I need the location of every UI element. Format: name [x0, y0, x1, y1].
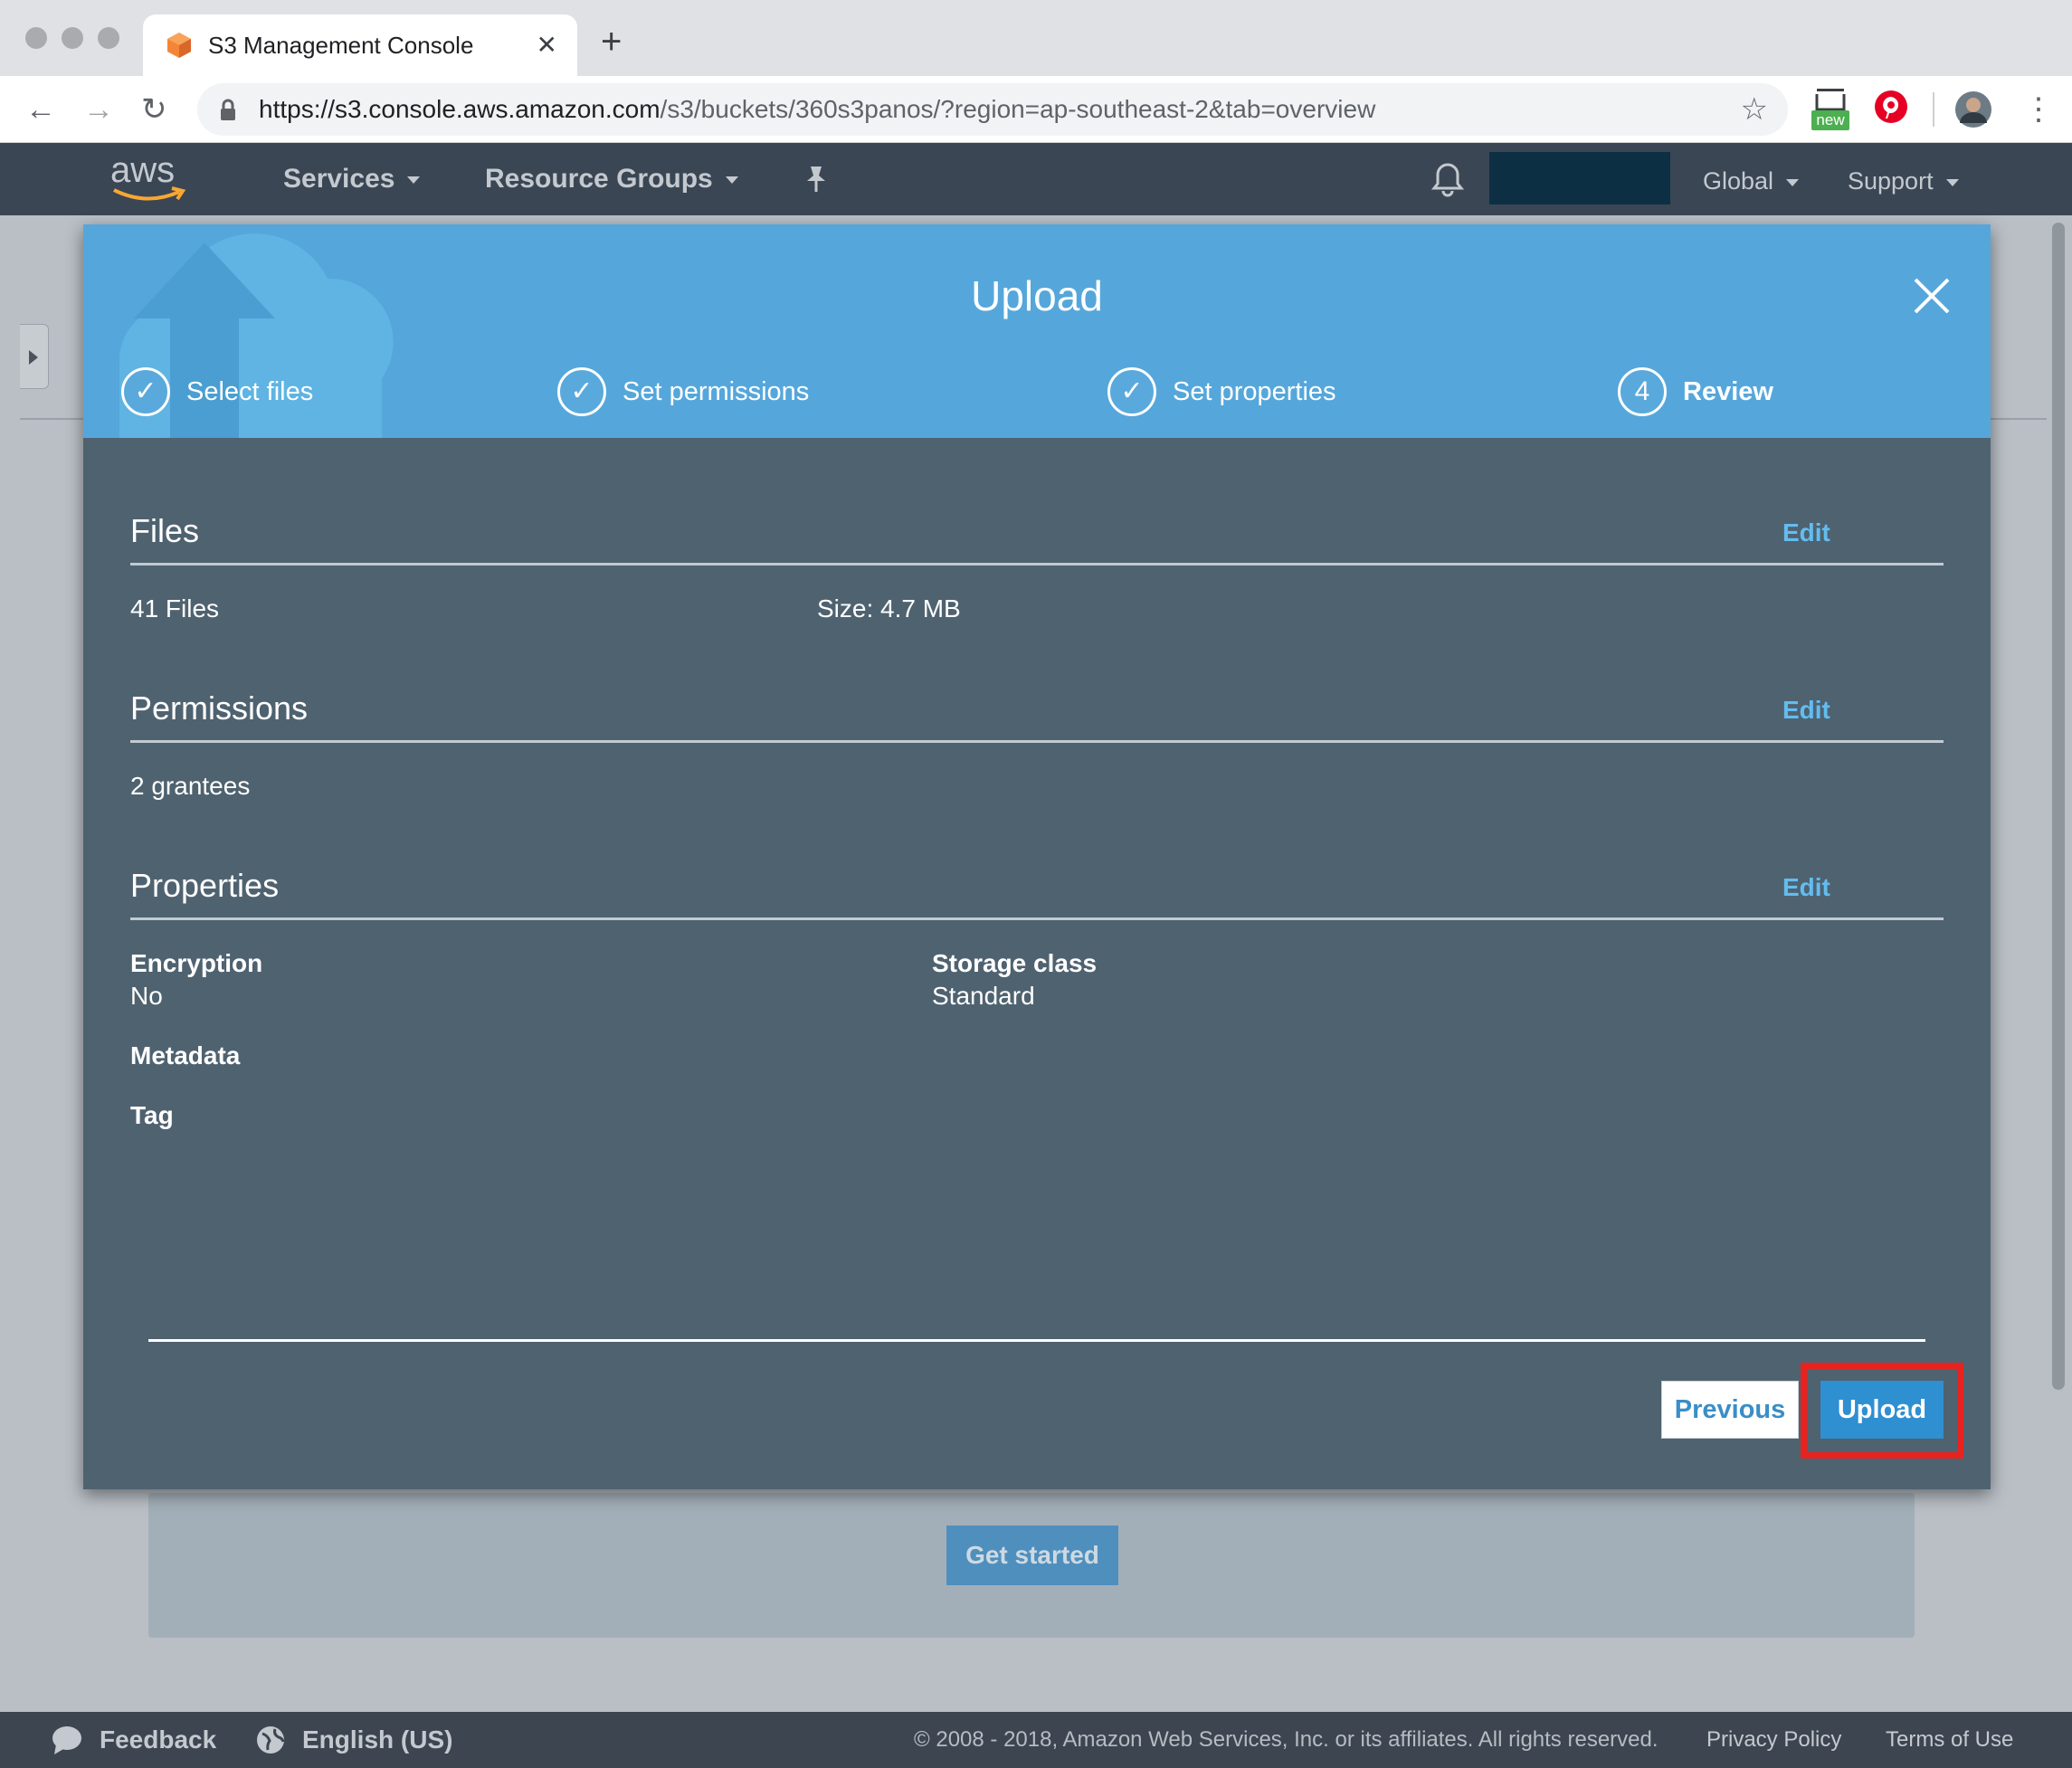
chevron-down-icon	[1945, 178, 1959, 186]
toolbar-divider	[1933, 92, 1934, 127]
browser-tab-bar: S3 Management Console ✕ +	[0, 0, 2072, 76]
encryption-label: Encryption	[130, 949, 263, 977]
get-started-button[interactable]: Get started	[946, 1526, 1118, 1585]
s3-favicon-icon	[167, 33, 191, 58]
close-icon[interactable]	[1913, 277, 1951, 315]
aws-smile-icon	[113, 186, 186, 201]
new-tab-icon[interactable]: +	[601, 24, 622, 60]
step-number-badge: 4	[1618, 367, 1667, 416]
encryption-value: No	[130, 982, 163, 1010]
account-menu[interactable]	[1489, 152, 1670, 204]
checkmark-icon: ✓	[121, 367, 170, 416]
properties-edit-link[interactable]: Edit	[1782, 872, 1830, 903]
resource-groups-label: Resource Groups	[485, 164, 713, 194]
lock-icon	[221, 99, 235, 120]
upload-modal: Upload ✓ Select files ✓ Set permissions …	[83, 224, 1991, 1489]
browser-toolbar: ← → ↻ https://s3.console.aws.amazon.com/…	[0, 76, 2072, 143]
permissions-edit-link[interactable]: Edit	[1782, 695, 1830, 726]
notification-bell-icon[interactable]	[1431, 161, 1464, 197]
feedback-speech-bubble-icon	[52, 1726, 81, 1754]
step-label: Set permissions	[623, 377, 810, 406]
pinterest-icon[interactable]	[1873, 89, 1909, 125]
profile-avatar[interactable]	[1954, 90, 1992, 128]
url-host: https://s3.console.aws.amazon.com	[259, 95, 661, 123]
globe-icon	[257, 1726, 285, 1754]
window-close-dot[interactable]	[25, 27, 47, 49]
upload-button-highlight	[1801, 1363, 1963, 1459]
extension-capture-icon[interactable]: new	[1810, 89, 1851, 132]
files-edit-link[interactable]: Edit	[1782, 518, 1830, 548]
privacy-policy-link[interactable]: Privacy Policy	[1706, 1726, 1841, 1754]
modal-title: Upload	[971, 272, 1103, 319]
properties-section-title: Properties	[130, 867, 280, 904]
address-bar[interactable]: https://s3.console.aws.amazon.com/s3/buc…	[197, 83, 1788, 136]
storage-class-label: Storage class	[932, 949, 1098, 977]
url-path: /s3/buckets/360s3panos/?region=ap-southe…	[660, 95, 1376, 123]
region-label: Global	[1703, 167, 1774, 195]
support-menu[interactable]: Support	[1848, 165, 1959, 197]
files-count: 41 Files	[130, 594, 220, 623]
page-scrollbar[interactable]	[2052, 223, 2065, 1390]
browser-menu-icon[interactable]: ⋮	[2023, 92, 2054, 127]
copyright-text: © 2008 - 2018, Amazon Web Services, Inc.…	[914, 1727, 1659, 1752]
console-footer: Feedback English (US) © 2008 - 2018, Ama…	[0, 1712, 2072, 1768]
window-minimize-dot[interactable]	[62, 27, 83, 49]
tab-close-icon[interactable]: ✕	[537, 31, 557, 60]
modal-header: Upload ✓ Select files ✓ Set permissions …	[83, 224, 1991, 438]
grantees-count: 2 grantees	[130, 772, 251, 800]
step-label: Review	[1683, 377, 1773, 406]
modal-footer-divider	[148, 1339, 1925, 1342]
previous-button[interactable]: Previous	[1661, 1381, 1799, 1439]
aws-top-nav: aws Services Resource Groups Global Supp…	[0, 143, 2072, 215]
feedback-link[interactable]: Feedback	[100, 1725, 216, 1755]
terms-of-use-link[interactable]: Terms of Use	[1886, 1726, 2013, 1754]
files-section-title: Files	[130, 512, 200, 549]
bookmark-star-icon[interactable]: ☆	[1741, 92, 1768, 127]
aws-logo-text: aws	[110, 150, 176, 190]
language-selector[interactable]: English (US)	[302, 1725, 452, 1755]
metadata-label: Metadata	[130, 1041, 241, 1069]
reload-icon[interactable]: ↻	[141, 92, 167, 127]
aws-logo[interactable]: aws	[110, 150, 188, 204]
step-label: Set properties	[1173, 377, 1336, 406]
side-panel-toggle[interactable]	[20, 324, 49, 389]
chevron-down-icon	[1786, 178, 1800, 186]
properties-divider	[130, 917, 1944, 920]
support-label: Support	[1848, 167, 1934, 195]
chevron-down-icon	[725, 176, 738, 185]
step-label: Select files	[186, 377, 314, 406]
storage-class-value: Standard	[932, 982, 1035, 1010]
resource-groups-menu[interactable]: Resource Groups	[485, 163, 738, 195]
tab-title: S3 Management Console	[208, 32, 474, 59]
checkmark-icon: ✓	[1107, 367, 1156, 416]
pin-icon[interactable]	[803, 165, 829, 194]
files-divider	[130, 563, 1944, 566]
permissions-section-title: Permissions	[130, 689, 309, 727]
forward-arrow-icon[interactable]: →	[83, 92, 114, 127]
back-arrow-icon[interactable]: ←	[25, 92, 56, 127]
services-menu[interactable]: Services	[283, 163, 421, 195]
checkmark-icon: ✓	[557, 367, 606, 416]
services-label: Services	[283, 164, 395, 194]
permissions-divider	[130, 740, 1944, 743]
tag-label: Tag	[130, 1101, 174, 1129]
capture-frame-icon	[1813, 89, 1848, 111]
chevron-down-icon	[407, 176, 421, 185]
region-menu[interactable]: Global	[1703, 165, 1800, 197]
url-text: https://s3.console.aws.amazon.com/s3/buc…	[259, 95, 1375, 124]
window-zoom-dot[interactable]	[98, 27, 119, 49]
browser-tab[interactable]: S3 Management Console ✕	[143, 14, 577, 76]
extension-new-badge: new	[1811, 110, 1849, 130]
files-size: Size: 4.7 MB	[817, 594, 961, 623]
